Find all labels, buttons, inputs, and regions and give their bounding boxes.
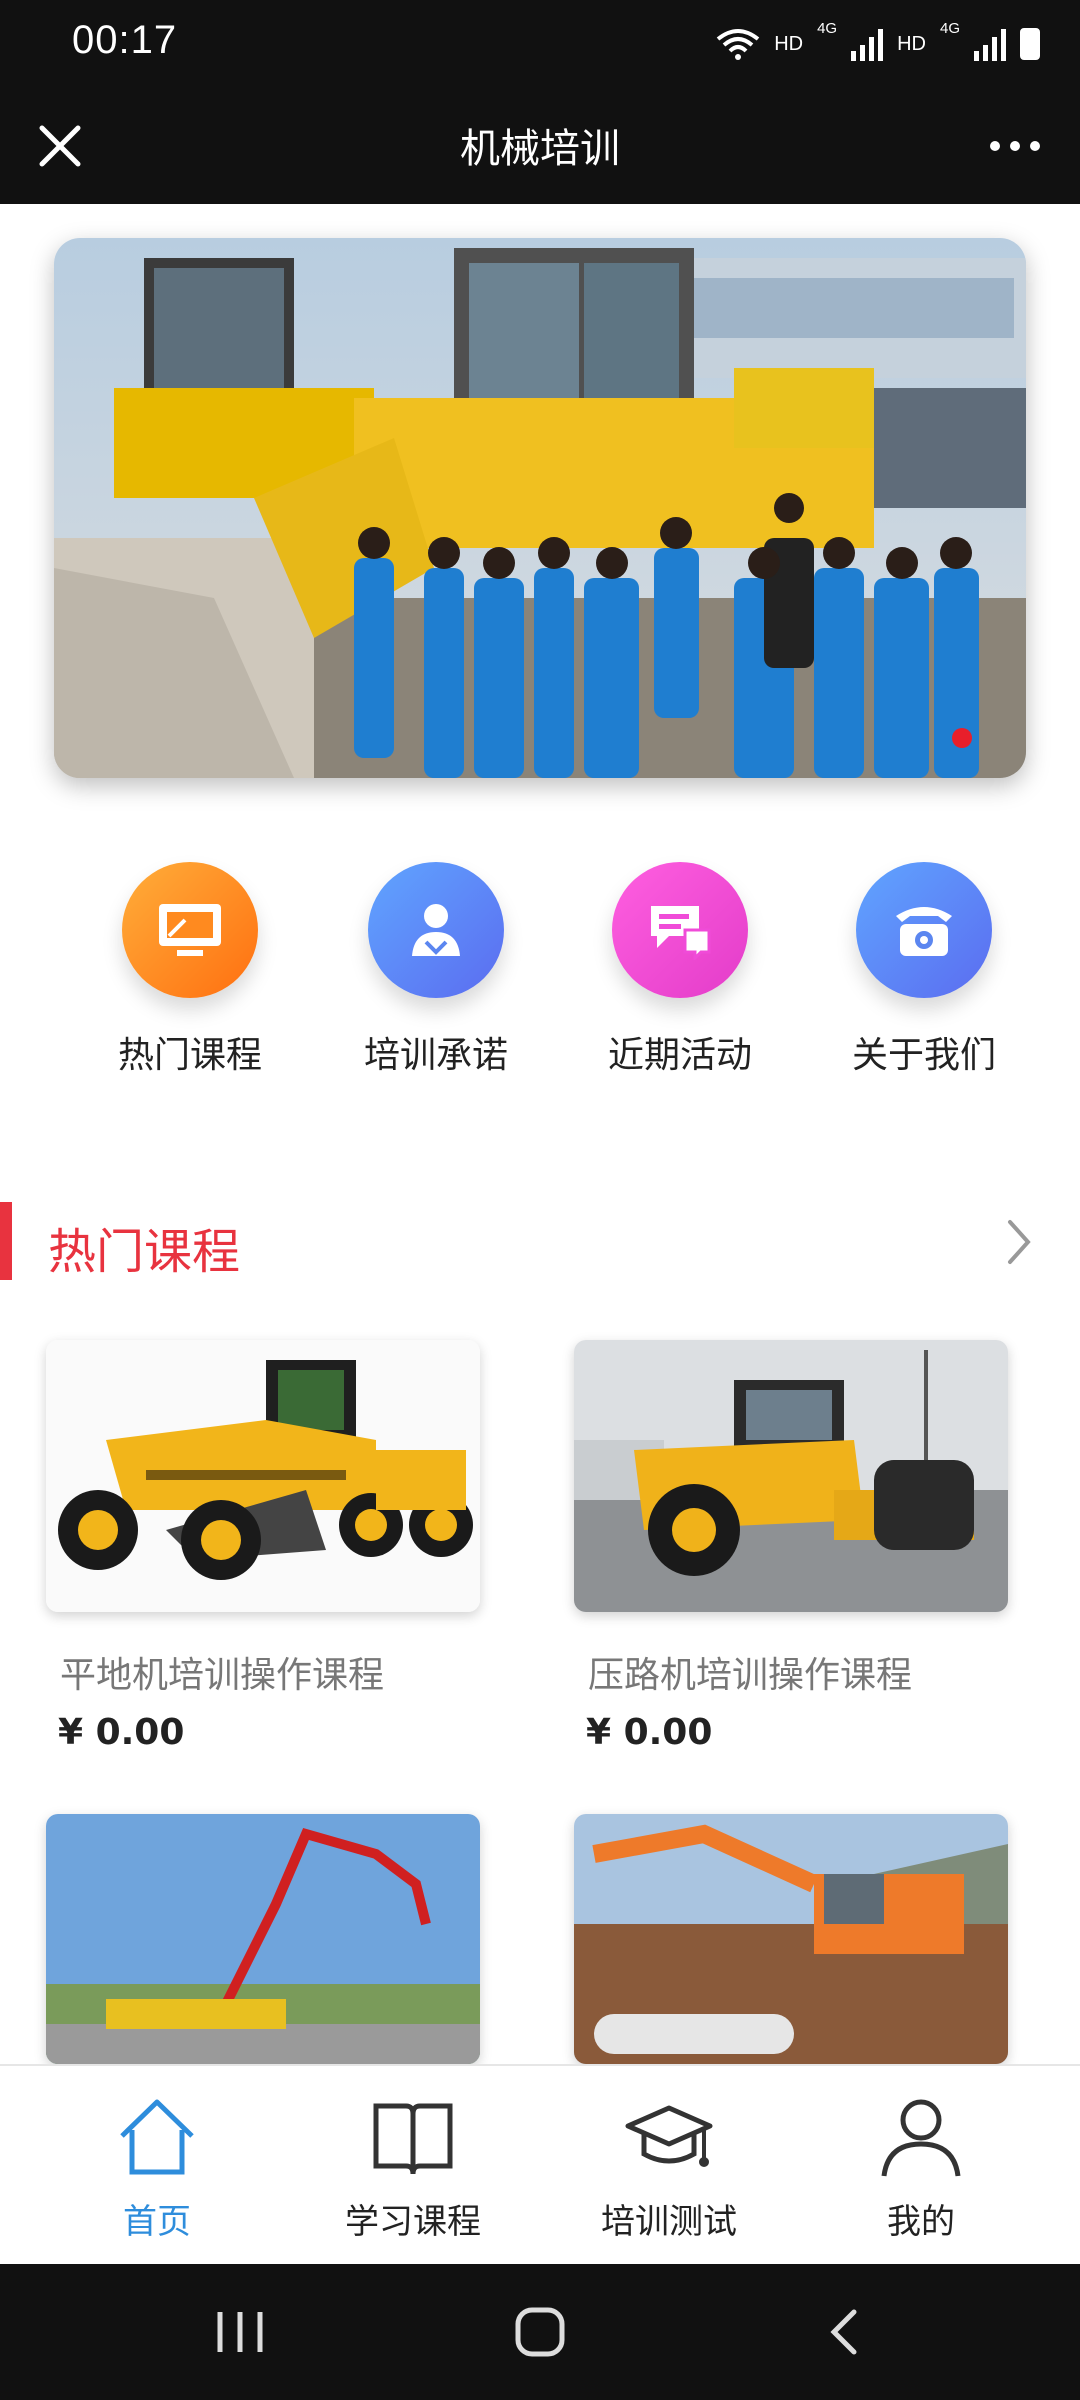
status-icons: HD 4G HD 4G xyxy=(716,20,1040,68)
course-card[interactable] xyxy=(46,1814,480,2064)
wifi-icon xyxy=(716,29,760,60)
network-label: HD xyxy=(774,32,804,55)
tab-test[interactable]: 培训测试 xyxy=(534,2066,804,2266)
signal-icon xyxy=(974,27,1006,61)
battery-icon xyxy=(1020,28,1040,60)
monitor-icon xyxy=(122,862,258,998)
quick-item-about[interactable]: 关于我们 xyxy=(804,862,1044,1078)
recent-apps-icon[interactable] xyxy=(210,2306,270,2358)
banner-image xyxy=(54,238,1026,778)
quick-item-events[interactable]: 近期活动 xyxy=(560,862,800,1078)
signal-icon xyxy=(851,27,884,61)
quick-item-hot-courses[interactable]: 热门课程 xyxy=(70,862,310,1078)
page-title: 机械培训 xyxy=(460,126,620,172)
quick-menu: 热门课程 培训承诺 近期活动 关于我们 xyxy=(0,862,1080,1092)
system-nav-bar xyxy=(0,2264,1080,2400)
network-label: 4G xyxy=(939,20,960,37)
course-card[interactable] xyxy=(574,1814,1008,2064)
bottom-tab-bar: 首页 学习课程 培训测试 我的 xyxy=(0,2064,1080,2266)
banner-carousel[interactable] xyxy=(54,238,1026,778)
tab-home[interactable]: 首页 xyxy=(22,2066,292,2266)
carousel-indicator[interactable] xyxy=(952,728,972,748)
quick-item-label: 热门课程 xyxy=(117,1035,262,1076)
home-button-icon[interactable] xyxy=(510,2302,570,2362)
user-icon xyxy=(881,2099,961,2177)
course-name: 平地机培训操作课程 xyxy=(60,1655,385,1696)
status-time: 00:17 xyxy=(72,18,178,62)
course-image xyxy=(46,1340,480,1612)
tab-label: 我的 xyxy=(887,2202,955,2242)
quick-item-label: 关于我们 xyxy=(851,1035,996,1076)
course-image xyxy=(574,1814,1008,2064)
tab-label: 首页 xyxy=(123,2202,191,2242)
section-header: 热门课程 xyxy=(0,1202,1080,1282)
network-label: HD xyxy=(897,32,926,55)
course-card[interactable]: 平地机培训操作课程 ¥ 0.00 xyxy=(46,1340,480,1753)
home-icon xyxy=(120,2099,194,2175)
tab-label: 学习课程 xyxy=(345,2202,481,2242)
course-image xyxy=(46,1814,480,2064)
tab-courses[interactable]: 学习课程 xyxy=(278,2066,548,2266)
course-card[interactable]: 压路机培训操作课程 ¥ 0.00 xyxy=(574,1340,1008,1753)
section-accent-bar xyxy=(0,1202,12,1280)
course-name: 压路机培训操作课程 xyxy=(588,1655,913,1696)
course-price: ¥ 0.00 xyxy=(586,1712,713,1753)
network-label: 4G xyxy=(817,20,838,37)
chevron-right-icon[interactable] xyxy=(994,1214,1042,1270)
tab-label: 培训测试 xyxy=(601,2202,737,2242)
course-image xyxy=(574,1340,1008,1612)
status-bar: 00:17 HD 4G HD 4G xyxy=(0,0,1080,88)
quick-item-label: 培训承诺 xyxy=(363,1035,508,1076)
app-header: 机械培训 xyxy=(0,88,1080,204)
tab-mine[interactable]: 我的 xyxy=(786,2066,1056,2266)
chat-icon xyxy=(612,862,748,998)
quick-item-label: 近期活动 xyxy=(607,1035,752,1076)
course-price: ¥ 0.00 xyxy=(58,1712,185,1753)
more-icon[interactable] xyxy=(980,118,1050,174)
graduation-cap-icon xyxy=(625,2105,713,2167)
back-icon[interactable] xyxy=(820,2304,870,2360)
phone-icon xyxy=(856,862,992,998)
section-title: 热门课程 xyxy=(48,1224,241,1280)
quick-item-promise[interactable]: 培训承诺 xyxy=(316,862,556,1078)
book-icon xyxy=(373,2103,453,2175)
person-icon xyxy=(368,862,504,998)
